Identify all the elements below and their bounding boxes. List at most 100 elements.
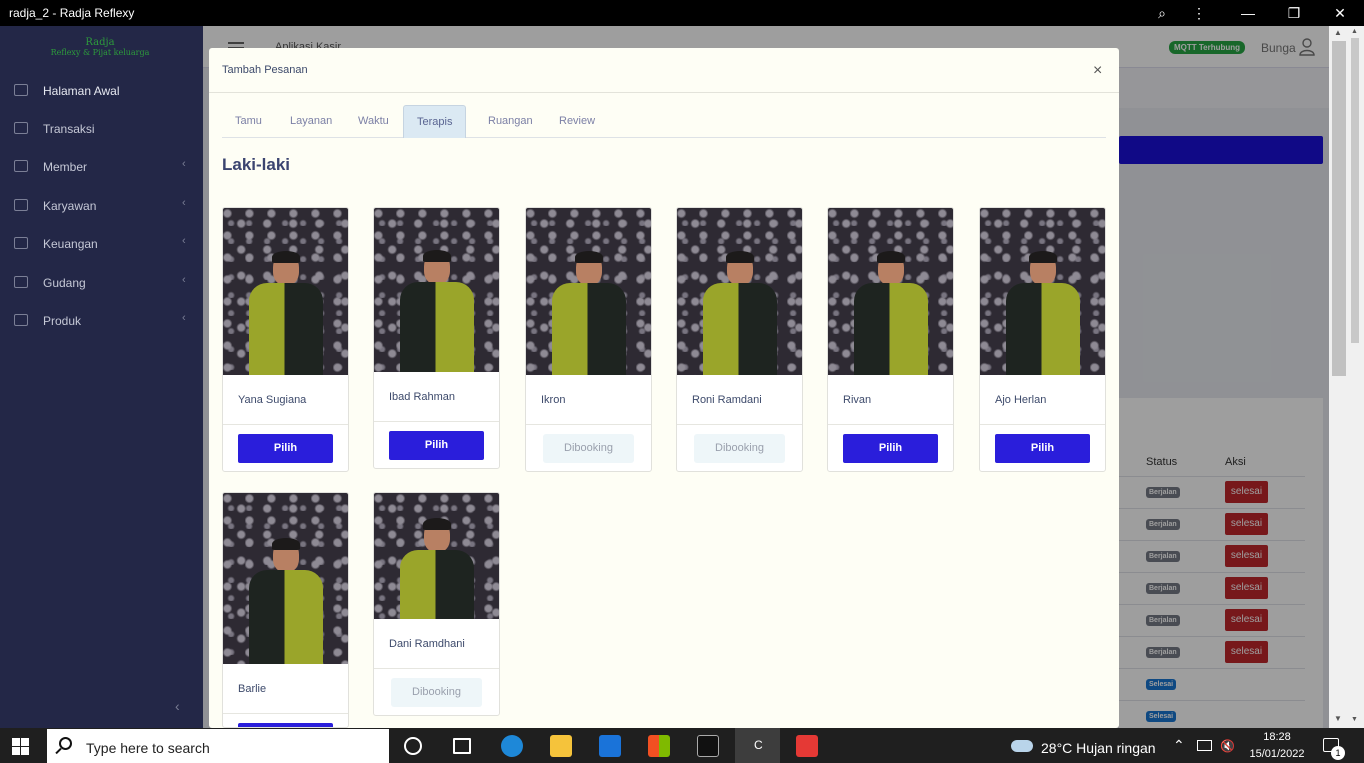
therapist-name: Dani Ramdhani (389, 638, 465, 650)
window-titlebar: radja_2 - Radja Reflexy ⌕ ⋮ — ❐ ✕ (0, 0, 1364, 26)
therapist-name: Yana Sugiana (238, 394, 307, 406)
store-icon[interactable] (648, 735, 670, 757)
page-scrollbar[interactable]: ▲ ▼ ▲ ▼ (1329, 26, 1364, 728)
outer-scroll-thumb[interactable] (1351, 38, 1359, 343)
sidebar-item-label: Halaman Awal (43, 84, 120, 98)
mail-icon[interactable] (599, 735, 621, 757)
select-therapist-button[interactable]: Pilih (389, 431, 484, 460)
close-icon[interactable]: × (1093, 62, 1102, 80)
therapist-photo (677, 208, 802, 375)
card-divider (223, 713, 348, 714)
more-menu-icon[interactable]: ⋮ (1188, 3, 1210, 23)
select-therapist-button[interactable]: Pilih (238, 434, 333, 463)
therapist-name: Barlie (238, 683, 267, 695)
sidebar-item-label: Gudang (43, 276, 86, 290)
therapist-photo (374, 208, 499, 372)
tab-review[interactable]: Review (546, 105, 608, 138)
dashboard-icon (14, 84, 28, 96)
tab-waktu[interactable]: Waktu (345, 105, 402, 138)
therapist-photo (526, 208, 651, 375)
modal-tabs: Tamu Layanan Waktu Terapis Ruangan Review (222, 105, 1106, 138)
card-divider (223, 424, 348, 425)
sidebar-item-halaman-awal[interactable]: Halaman Awal (0, 76, 203, 106)
warehouse-icon (14, 276, 28, 288)
sidebar-item-label: Transaksi (43, 122, 95, 136)
weather-text[interactable]: 28°C Hujan ringan (1041, 740, 1156, 756)
sidebar-item-label: Keuangan (43, 237, 98, 251)
window-title: radja_2 - Radja Reflexy (9, 6, 135, 20)
sidebar: Radja Reflexy & Pijat keluarga Halaman A… (0, 26, 203, 728)
volume-muted-icon[interactable]: 🔇 (1220, 739, 1235, 753)
therapist-card: Ikron Dibooking (525, 207, 652, 472)
booked-button: Dibooking (543, 434, 634, 463)
select-therapist-button[interactable]: Pilih (843, 434, 938, 463)
therapist-name: Rivan (843, 394, 872, 406)
file-explorer-icon[interactable] (550, 735, 572, 757)
restore-button[interactable]: ❐ (1283, 3, 1305, 23)
sidebar-item-transaksi[interactable]: Transaksi (0, 114, 203, 144)
windows-start-icon[interactable] (12, 738, 30, 756)
therapist-photo (374, 493, 499, 619)
therapist-card: Rivan Pilih (827, 207, 954, 472)
sidebar-item-keuangan[interactable]: Keuangan ‹ (0, 229, 203, 259)
therapist-name: Roni Ramdani (692, 394, 762, 406)
therapist-card: Ibad Rahman Pilih (373, 207, 500, 469)
close-window-button[interactable]: ✕ (1329, 3, 1351, 23)
outer-scroll-up-arrow-icon[interactable]: ▲ (1351, 28, 1358, 35)
active-app-slot[interactable]: C (735, 728, 780, 763)
select-therapist-button[interactable]: Pilih (995, 434, 1090, 463)
add-order-modal: Tambah Pesanan × Tamu Layanan Waktu Terapis… (209, 48, 1119, 728)
therapist-photo (223, 493, 348, 664)
card-divider (526, 424, 651, 425)
book-icon (14, 160, 28, 172)
clock-date[interactable]: 15/01/2022 (1247, 748, 1307, 760)
outer-scroll-down-arrow-icon[interactable]: ▼ (1351, 716, 1358, 723)
minimize-button[interactable]: — (1237, 3, 1259, 23)
tag-icon (14, 314, 28, 326)
tab-tamu[interactable]: Tamu (222, 105, 275, 138)
cortana-icon[interactable] (404, 737, 422, 755)
search-icon[interactable]: ⌕ (1151, 3, 1173, 23)
tray-chevron-up-icon[interactable]: ⌃ (1173, 737, 1185, 754)
card-divider (374, 668, 499, 669)
tab-terapis[interactable]: Terapis (403, 105, 467, 138)
table-icon (14, 122, 28, 134)
tab-layanan[interactable]: Layanan (277, 105, 345, 138)
brand-logo[interactable]: Radja Reflexy & Pijat keluarga (50, 38, 150, 58)
network-icon[interactable] (1197, 740, 1212, 751)
sidebar-item-label: Karyawan (43, 199, 97, 213)
weather-cloud-icon[interactable] (1011, 740, 1033, 752)
tab-ruangan[interactable]: Ruangan (475, 105, 546, 138)
therapist-card: Dani Ramdhani Dibooking (373, 492, 500, 716)
modal-header: Tambah Pesanan × (209, 48, 1119, 93)
user-icon (14, 199, 28, 211)
therapist-photo (980, 208, 1105, 375)
scroll-up-arrow-icon[interactable]: ▲ (1334, 28, 1342, 37)
card-divider (374, 421, 499, 422)
sidebar-item-member[interactable]: Member ‹ (0, 152, 203, 182)
booked-button: Dibooking (694, 434, 785, 463)
therapist-name: Ikron (541, 394, 566, 406)
taskbar-search-box[interactable]: Type here to search (47, 729, 389, 763)
sidebar-item-karyawan[interactable]: Karyawan ‹ (0, 191, 203, 221)
taskbar-search-placeholder: Type here to search (86, 740, 210, 756)
sidebar-collapse-icon[interactable]: ‹ (175, 698, 180, 714)
task-view-icon[interactable] (453, 738, 471, 754)
chevron-left-icon: ‹ (182, 197, 186, 209)
therapist-card: Yana Sugiana Pilih (222, 207, 349, 472)
anydesk-icon[interactable] (796, 735, 818, 757)
scroll-thumb[interactable] (1332, 41, 1346, 376)
logo-subtitle: Reflexy & Pijat keluarga (50, 48, 150, 57)
section-title: Laki-laki (222, 155, 291, 174)
chevron-left-icon: ‹ (182, 274, 186, 286)
therapist-card: BarliePilih (222, 492, 349, 728)
edge-icon[interactable] (501, 735, 523, 757)
therapist-photo (828, 208, 953, 375)
sidebar-item-gudang[interactable]: Gudang ‹ (0, 268, 203, 298)
chevron-left-icon: ‹ (182, 235, 186, 247)
card-divider (980, 424, 1105, 425)
clock-time[interactable]: 18:28 (1247, 731, 1307, 743)
terminal-icon[interactable] (697, 735, 719, 757)
sidebar-item-produk[interactable]: Produk ‹ (0, 306, 203, 336)
scroll-down-arrow-icon[interactable]: ▼ (1334, 714, 1342, 723)
